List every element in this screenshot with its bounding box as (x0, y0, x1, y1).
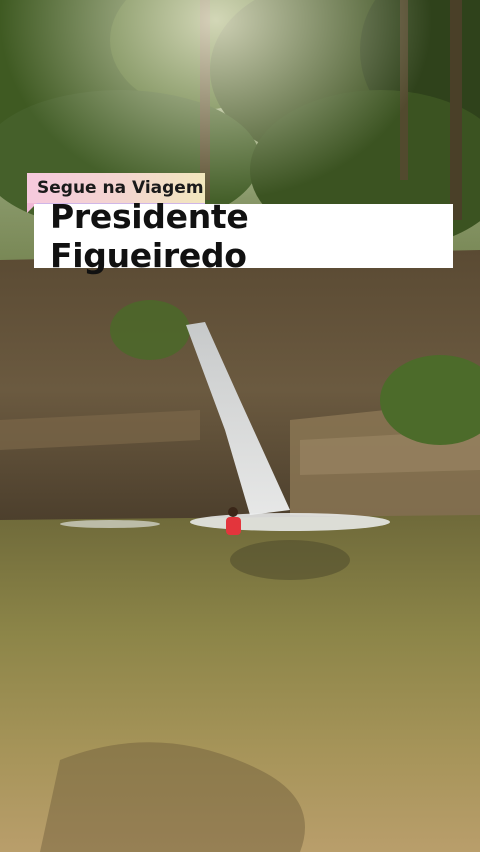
location-title: Presidente Figueiredo (34, 197, 453, 275)
rock-cliff (0, 250, 480, 530)
brand-label: Segue na Viagem (37, 178, 204, 198)
title-text: Presidente Figueiredo (50, 197, 249, 275)
waterfall-photo (0, 0, 480, 852)
